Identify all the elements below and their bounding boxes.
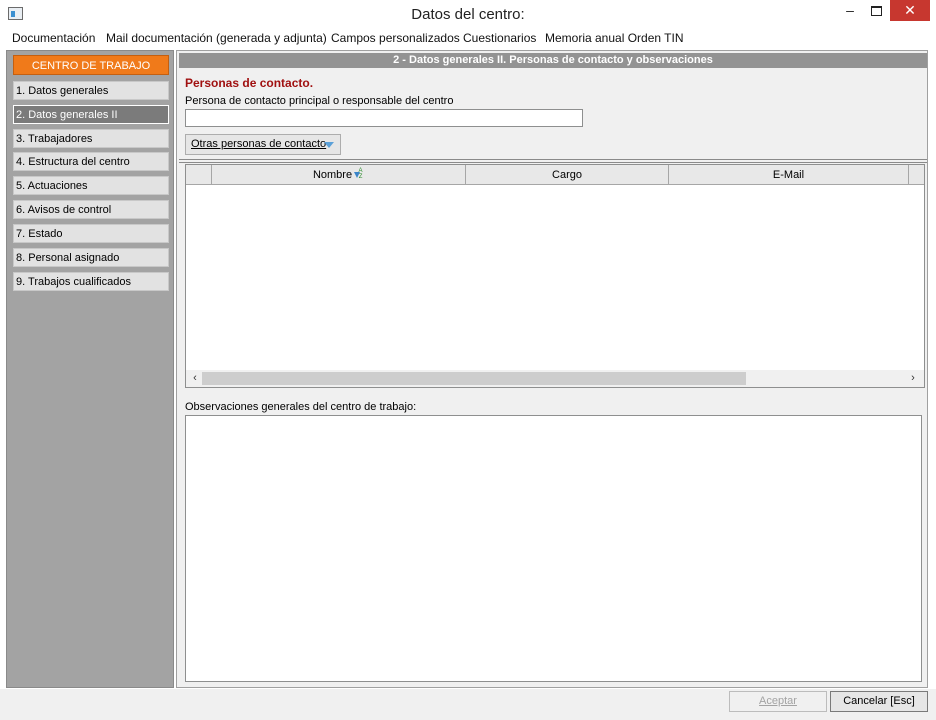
menu-campos-personalizados[interactable]: Campos personalizados	[331, 31, 460, 45]
sidebar-header: CENTRO DE TRABAJO	[13, 55, 169, 75]
accept-label: Aceptar	[759, 695, 797, 707]
divider	[179, 159, 927, 160]
menu-mail-documentacion[interactable]: Mail documentación (generada y adjunta)	[106, 31, 327, 45]
other-contacts-label: Otras personas de contacto	[191, 138, 327, 150]
observations-textarea[interactable]	[185, 415, 922, 682]
chevron-down-icon	[324, 142, 334, 148]
sidebar-item-estado[interactable]: 7. Estado	[13, 224, 169, 243]
sidebar-item-datos-generales[interactable]: 1. Datos generales	[13, 81, 169, 100]
sidebar-item-datos-generales-ii[interactable]: 2. Datos generales II	[13, 105, 169, 124]
section-header: 2 - Datos generales II. Personas de cont…	[179, 53, 927, 68]
sidebar-item-actuaciones[interactable]: 5. Actuaciones	[13, 176, 169, 195]
cancel-button[interactable]: Cancelar [Esc]	[830, 691, 928, 712]
scroll-thumb[interactable]	[202, 372, 746, 385]
grid-header-cargo[interactable]: Cargo	[466, 165, 669, 185]
menu-memoria-anual[interactable]: Memoria anual Orden TIN	[545, 31, 684, 45]
contacts-title: Personas de contacto.	[185, 76, 314, 90]
sidebar-item-trabajos[interactable]: 9. Trabajos cualificados	[13, 272, 169, 291]
observations-label: Observaciones generales del centro de tr…	[185, 401, 417, 413]
accept-button[interactable]: Aceptar	[729, 691, 827, 712]
minimize-button[interactable]: –	[836, 0, 864, 22]
main-contact-input[interactable]	[185, 109, 583, 127]
menu-bar: Documentación Mail documentación (genera…	[0, 28, 936, 48]
menu-cuestionarios[interactable]: Cuestionarios	[463, 31, 536, 45]
window-title: Datos del centro:	[411, 6, 525, 23]
sidebar: CENTRO DE TRABAJO 1. Datos generales 2. …	[6, 50, 174, 688]
other-contacts-button[interactable]: Otras personas de contacto	[185, 134, 341, 155]
footer: Aceptar Cancelar [Esc]	[0, 689, 936, 720]
title-bar: Datos del centro: – ✕	[0, 0, 936, 28]
content-panel: 2 - Datos generales II. Personas de cont…	[176, 50, 928, 688]
scroll-right-icon[interactable]: ›	[906, 370, 920, 387]
grid-header-email[interactable]: E-Mail	[669, 165, 909, 185]
divider	[179, 162, 927, 163]
sidebar-item-trabajadores[interactable]: 3. Trabajadores	[13, 129, 169, 148]
sort-az-icon	[354, 168, 364, 181]
scroll-left-icon[interactable]: ‹	[188, 370, 202, 387]
sidebar-item-avisos[interactable]: 6. Avisos de control	[13, 200, 169, 219]
main-contact-label: Persona de contacto principal o responsa…	[185, 95, 454, 107]
close-button[interactable]: ✕	[890, 0, 930, 21]
sidebar-item-personal[interactable]: 8. Personal asignado	[13, 248, 169, 267]
horizontal-scrollbar[interactable]: ‹ ›	[186, 370, 924, 387]
menu-documentacion[interactable]: Documentación	[12, 31, 95, 45]
grid-header-nombre[interactable]: Nombre	[212, 165, 466, 185]
grid-header: Nombre Cargo E-Mail	[186, 165, 924, 185]
maximize-button[interactable]	[864, 0, 890, 22]
grid-header-nombre-label: Nombre	[312, 169, 353, 181]
sidebar-item-estructura[interactable]: 4. Estructura del centro	[13, 152, 169, 171]
grid-header-indicator[interactable]	[186, 165, 212, 185]
contacts-grid[interactable]: Nombre Cargo E-Mail ‹ ›	[185, 164, 925, 388]
